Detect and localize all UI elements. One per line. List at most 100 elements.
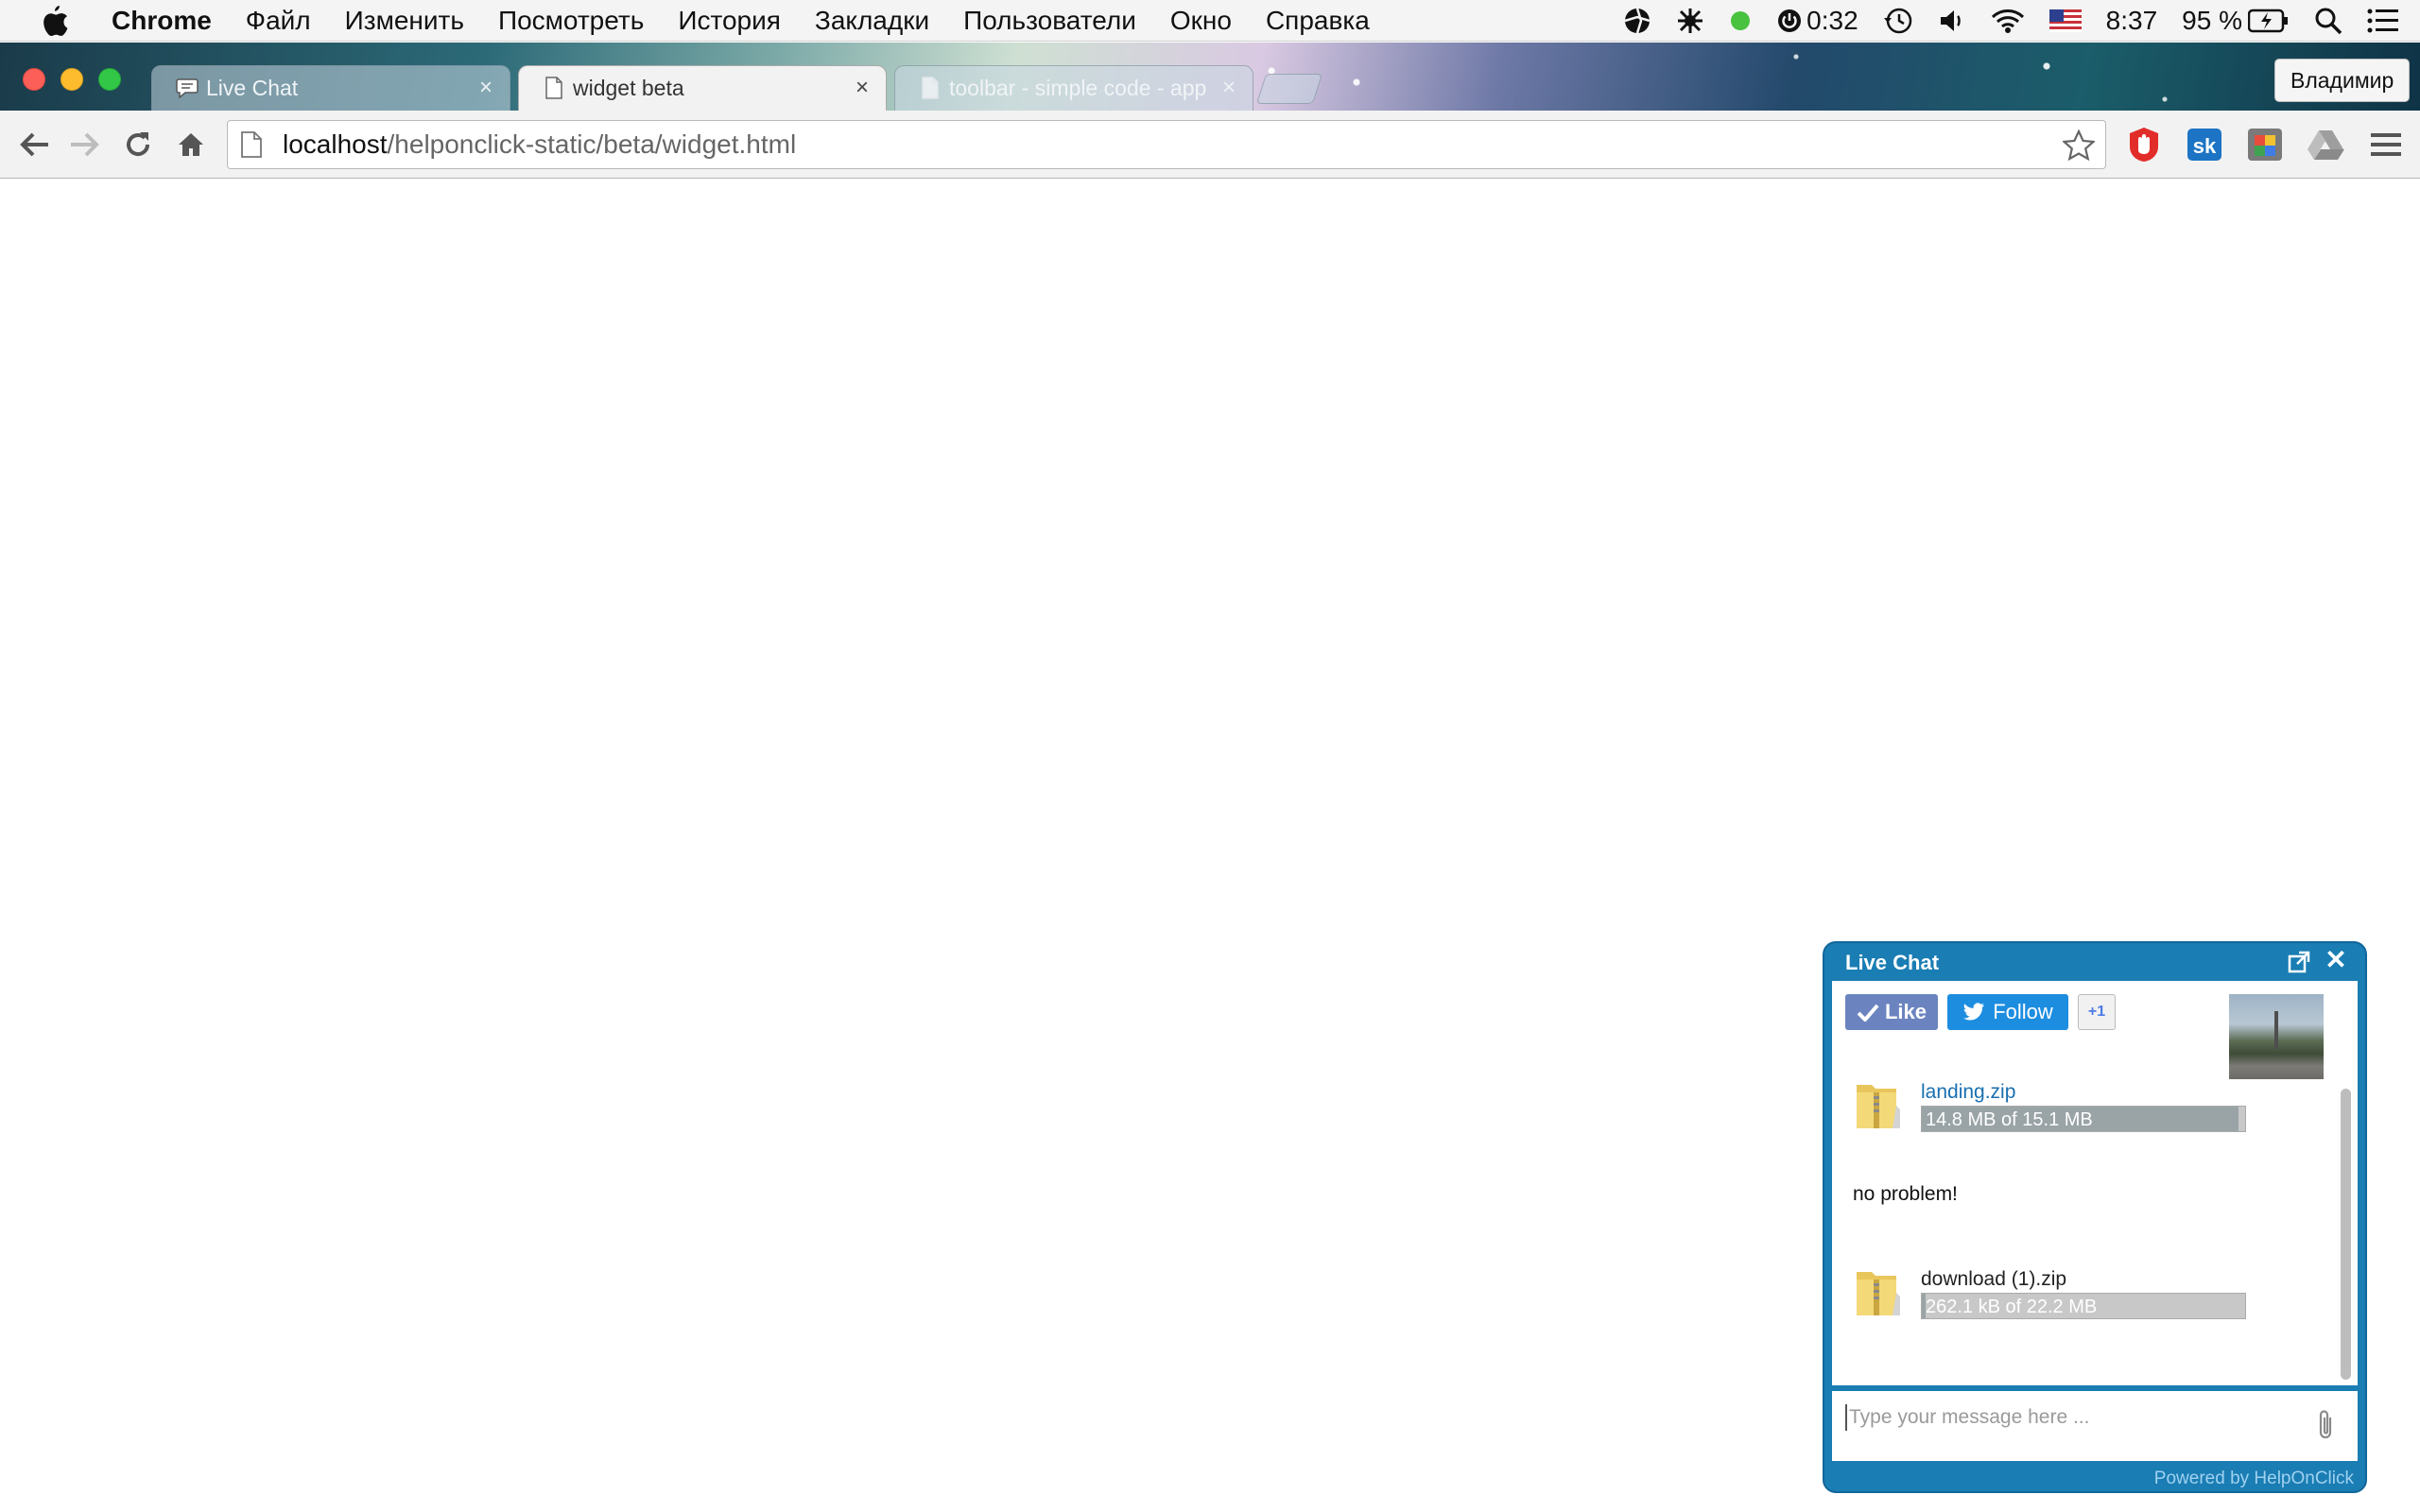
- zip-folder-icon: [1853, 1077, 1900, 1130]
- drive-icon[interactable]: [2307, 126, 2344, 163]
- clock-text[interactable]: 8:37: [2094, 0, 2170, 42]
- chat-messages: Like Follow +1 landing.zip 14.8 MB of 15…: [1832, 981, 2358, 1385]
- tab-strip: Live Chat × widget beta × toolbar - simp…: [0, 43, 2420, 111]
- text-caret: [1845, 1404, 1847, 1431]
- menu-bar: Chrome Файл Изменить Посмотреть История …: [0, 0, 2420, 42]
- tab-widget-beta[interactable]: widget beta ×: [518, 65, 887, 111]
- chat-header: Live Chat ✕: [1824, 943, 2365, 979]
- tab-toolbar-app[interactable]: toolbar - simple code - app ×: [894, 65, 1253, 111]
- spotlight-icon[interactable]: [2302, 0, 2355, 42]
- reload-button[interactable]: [117, 124, 159, 165]
- notification-center-icon[interactable]: [2355, 0, 2420, 42]
- page-icon: [241, 130, 266, 159]
- file-message: download (1).zip 262.1 kB of 22.2 MB: [1853, 1264, 2288, 1331]
- progress-text: 262.1 kB of 22.2 MB: [1926, 1297, 2098, 1317]
- battery-status[interactable]: 95 %: [2169, 0, 2302, 42]
- google-plus-button[interactable]: +1: [2078, 994, 2116, 1030]
- menu-icon[interactable]: [2367, 126, 2405, 163]
- volume-icon[interactable]: [1926, 0, 1979, 42]
- url-path: /helponclick-static/beta/widget.html: [387, 129, 797, 159]
- social-buttons: Like Follow +1: [1845, 994, 2116, 1030]
- menu-edit[interactable]: Изменить: [328, 6, 481, 36]
- chat-scrollbar-thumb[interactable]: [2341, 1089, 2351, 1380]
- url-host: localhost: [283, 129, 388, 159]
- forward-arrow-icon: [71, 132, 99, 157]
- home-button[interactable]: [170, 124, 212, 165]
- menu-app-name[interactable]: Chrome: [104, 6, 229, 36]
- file-name[interactable]: download (1).zip: [1921, 1268, 2066, 1291]
- browser-toolbar: localhost/helponclick-static/beta/widget…: [0, 111, 2420, 179]
- address-bar[interactable]: localhost/helponclick-static/beta/widget…: [227, 120, 2106, 169]
- download-progress: 14.8 MB of 15.1 MB: [1921, 1106, 2246, 1132]
- chat-message-text: no problem!: [1853, 1183, 1958, 1205]
- svg-text:sk: sk: [2193, 134, 2217, 158]
- file-message: landing.zip 14.8 MB of 15.1 MB: [1853, 1077, 2288, 1143]
- follow-button[interactable]: Follow: [1947, 994, 2068, 1030]
- battery-percent: 95 %: [2182, 6, 2242, 35]
- menu-people[interactable]: Пользователи: [946, 6, 1153, 36]
- green-dot-icon[interactable]: [1717, 0, 1764, 42]
- sk-extension-icon[interactable]: sk: [2186, 126, 2223, 163]
- progress-text: 14.8 MB of 15.1 MB: [1926, 1109, 2093, 1130]
- menu-bookmarks[interactable]: Закладки: [798, 6, 946, 36]
- power-timer[interactable]: 0:32: [1764, 0, 1871, 42]
- gplus-label: +1: [2087, 1004, 2106, 1020]
- aperture-icon[interactable]: [1611, 0, 1664, 42]
- reload-icon: [127, 132, 150, 157]
- bookmark-star-icon[interactable]: [2062, 129, 2096, 163]
- download-progress: 262.1 kB of 22.2 MB: [1921, 1293, 2246, 1319]
- twitter-bird-icon: [1963, 1003, 1985, 1021]
- message-composer: [1832, 1391, 2358, 1461]
- menu-view[interactable]: Посмотреть: [481, 6, 661, 36]
- tab-title: Live Chat: [206, 75, 299, 100]
- forward-button[interactable]: [64, 124, 106, 165]
- page-icon: [543, 77, 565, 99]
- home-icon: [179, 133, 203, 156]
- powered-by-link[interactable]: Powered by HelpOnClick: [2154, 1469, 2354, 1489]
- status-area: 0:32 8:37 95 %: [1611, 0, 2420, 42]
- new-tab-button[interactable]: [1255, 74, 1323, 104]
- window-zoom-button[interactable]: [98, 68, 121, 91]
- tab-close-icon[interactable]: ×: [851, 77, 873, 99]
- back-button[interactable]: [13, 124, 55, 165]
- tab-close-icon[interactable]: ×: [1218, 77, 1240, 99]
- page-icon: [919, 77, 942, 99]
- window-close-button[interactable]: [23, 68, 45, 91]
- chat-bubble-icon: [176, 77, 199, 99]
- popout-icon[interactable]: [2288, 951, 2310, 973]
- brightness-icon[interactable]: [1664, 0, 1717, 42]
- adblock-icon[interactable]: [2125, 126, 2163, 163]
- message-input[interactable]: [1849, 1399, 2303, 1436]
- battery-charging-icon: [2248, 9, 2288, 33]
- chat-title: Live Chat: [1845, 951, 1940, 974]
- apple-icon[interactable]: [34, 5, 76, 36]
- window-minimize-button[interactable]: [60, 68, 83, 91]
- us-flag-icon[interactable]: [2037, 0, 2094, 42]
- tab-background: [151, 65, 510, 111]
- close-icon[interactable]: ✕: [2324, 947, 2348, 973]
- paperclip-icon[interactable]: [2314, 1408, 2339, 1442]
- time-machine-icon[interactable]: [1871, 0, 1926, 42]
- power-timer-icon: [1778, 9, 1802, 32]
- menu-history[interactable]: История: [661, 6, 798, 36]
- menu-help[interactable]: Справка: [1249, 6, 1387, 36]
- follow-label: Follow: [1993, 1000, 2053, 1023]
- tab-title: widget beta: [573, 75, 684, 100]
- tab-close-icon[interactable]: ×: [475, 77, 497, 99]
- profile-button[interactable]: Владимир: [2274, 59, 2411, 102]
- tab-live-chat[interactable]: Live Chat ×: [151, 65, 510, 111]
- checkmark-icon: [1857, 1004, 1879, 1022]
- wifi-icon[interactable]: [1979, 0, 2037, 42]
- tab-title: toolbar - simple code - app: [949, 75, 1207, 100]
- menu-file[interactable]: Файл: [229, 6, 328, 36]
- timer-text: 0:32: [1806, 6, 1858, 35]
- chat-widget: Live Chat ✕ Like Follow +1 landing.zip 1…: [1823, 941, 2367, 1493]
- zip-folder-icon: [1853, 1264, 1900, 1317]
- like-label: Like: [1884, 1000, 1927, 1023]
- back-arrow-icon: [20, 132, 48, 157]
- operator-avatar: [2229, 994, 2324, 1079]
- file-name-link[interactable]: landing.zip: [1921, 1081, 2015, 1104]
- like-button[interactable]: Like: [1845, 994, 1938, 1030]
- color-picker-icon[interactable]: [2246, 126, 2284, 163]
- menu-window[interactable]: Окно: [1153, 6, 1249, 36]
